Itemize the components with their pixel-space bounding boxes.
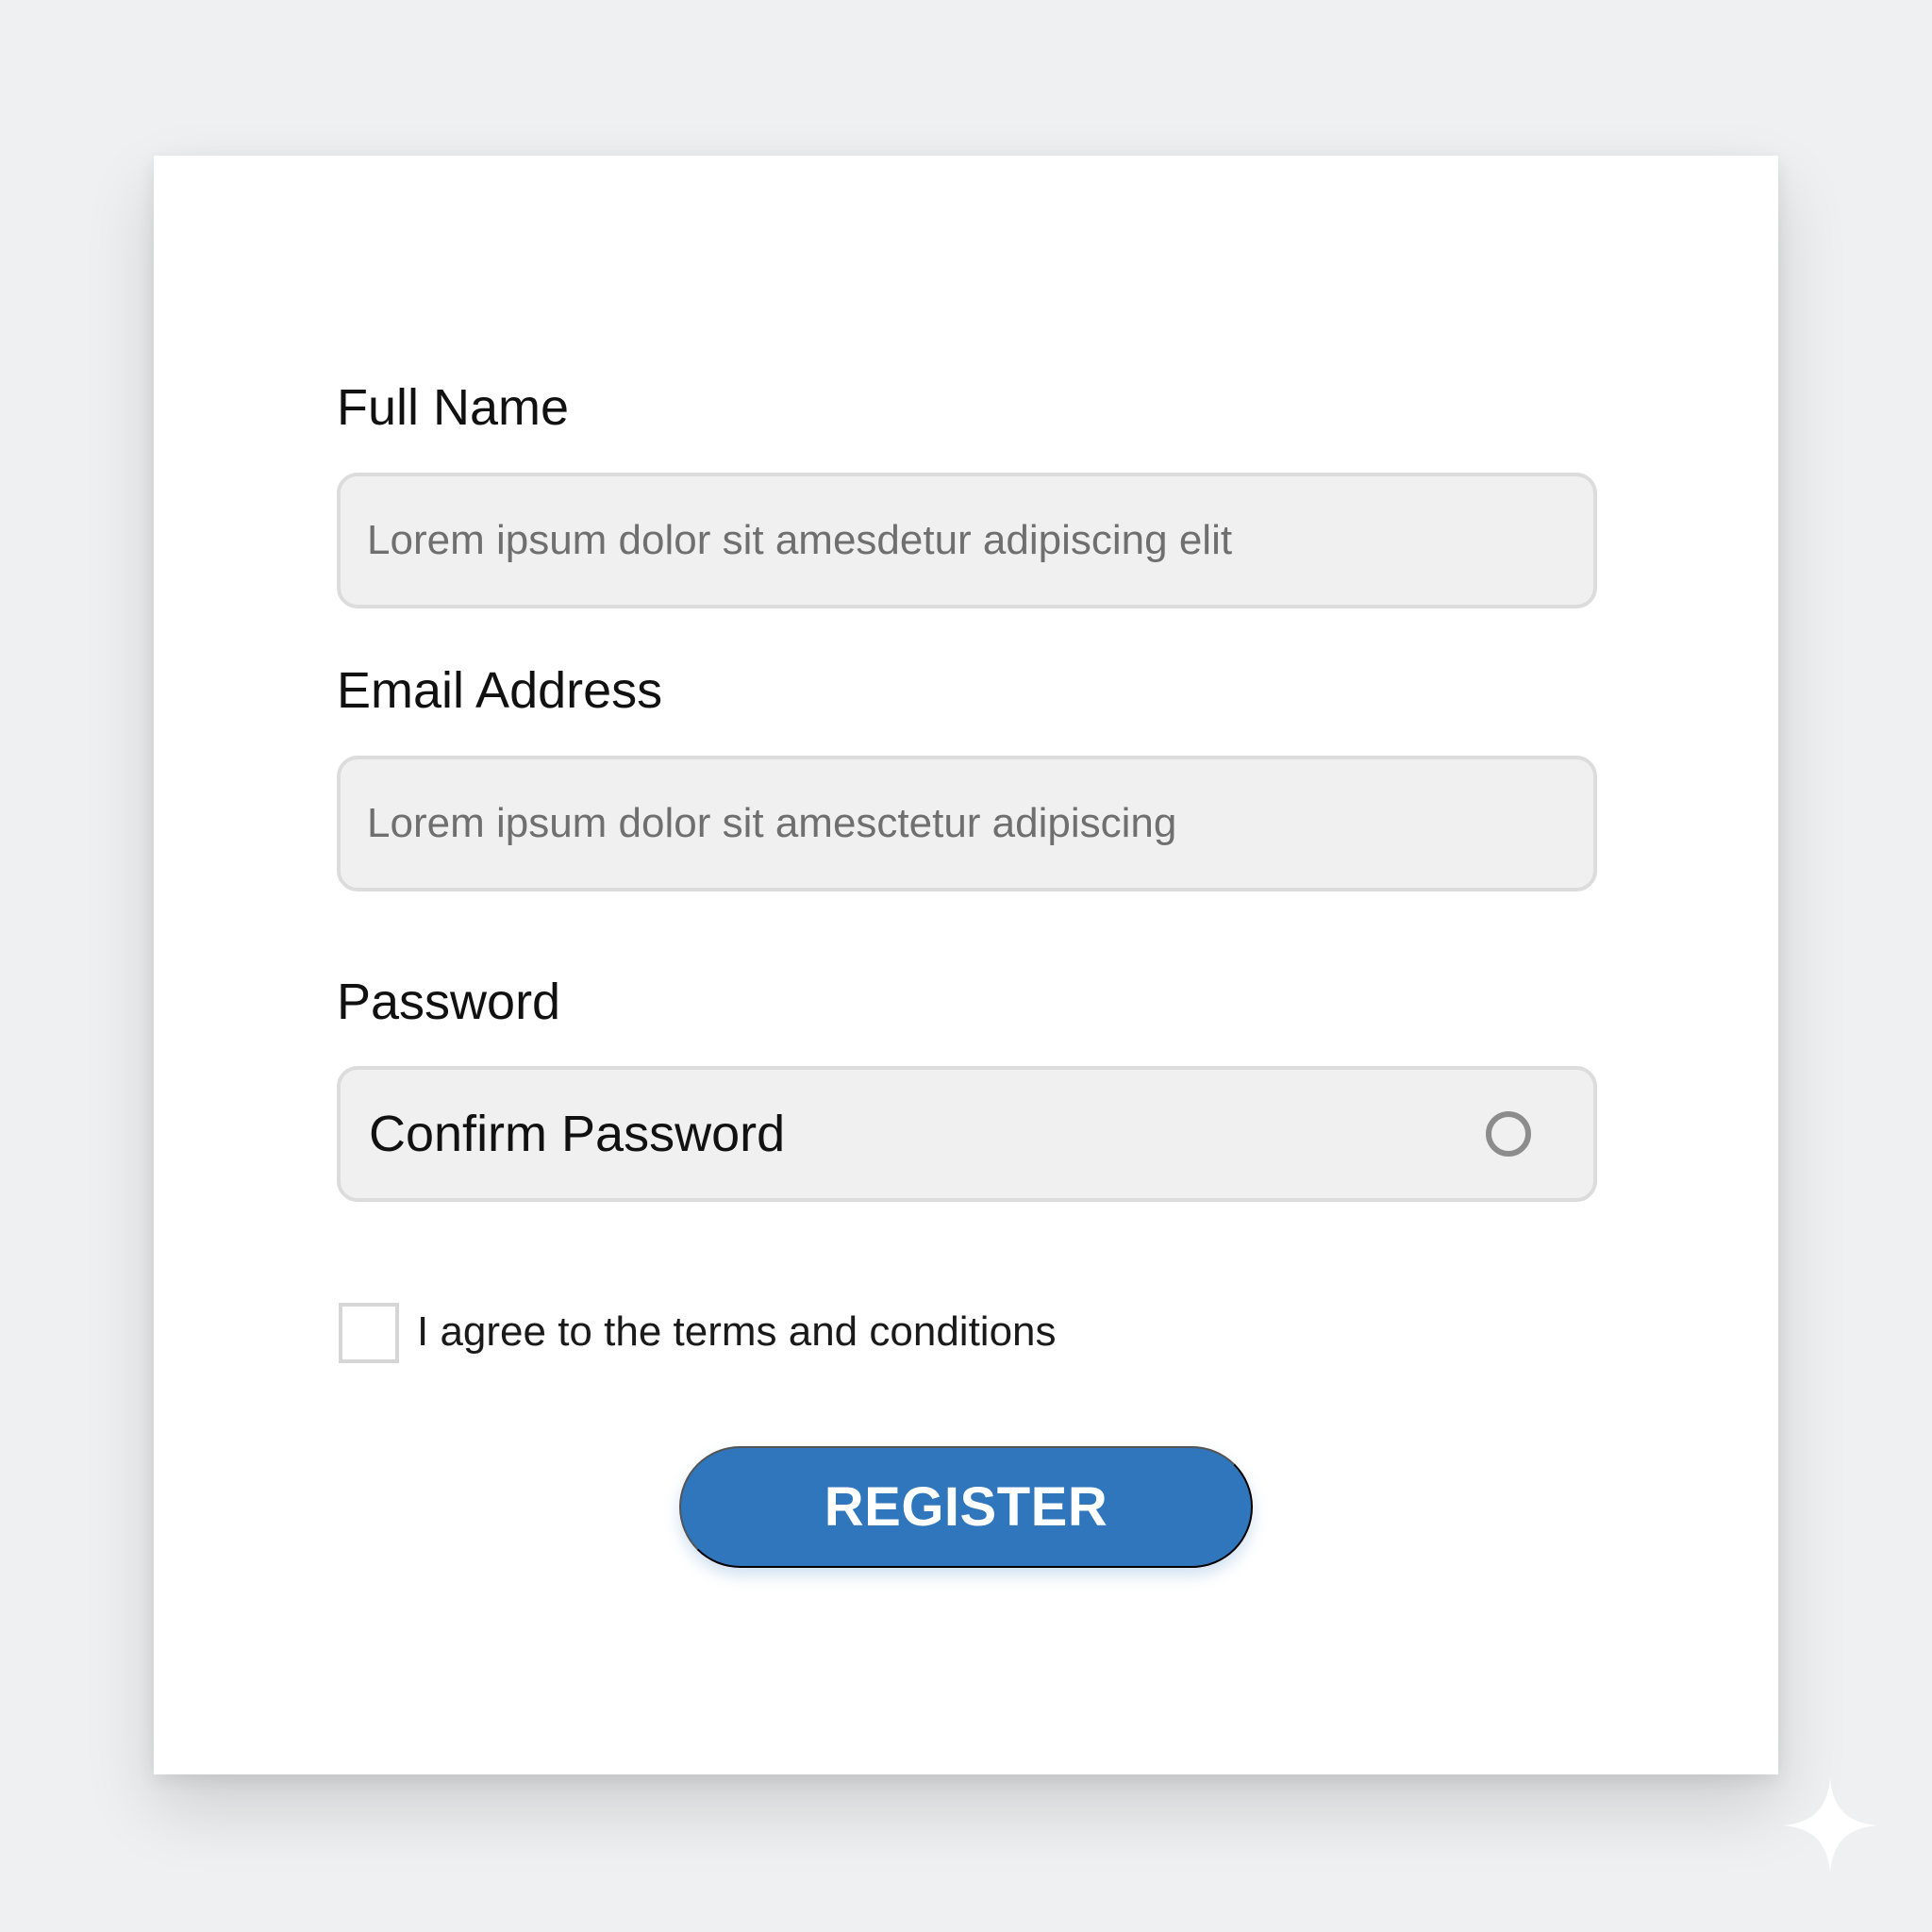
circle-outline-icon[interactable]: [1486, 1111, 1531, 1157]
full-name-label: Full Name: [337, 379, 570, 436]
full-name-value: Lorem ipsum dolor sit amesdetur adipisci…: [367, 517, 1233, 563]
registration-card: Full Name Lorem ipsum dolor sit amesdetu…: [154, 156, 1778, 1774]
password-label: Password: [337, 974, 561, 1030]
register-button[interactable]: REGISTER: [679, 1446, 1253, 1568]
password-value: Confirm Password: [369, 1106, 786, 1162]
email-address-label: Email Address: [337, 662, 663, 719]
terms-checkbox[interactable]: [339, 1303, 399, 1363]
terms-label: I agree to the terms and conditions: [417, 1308, 1057, 1355]
sparkle-icon: [1783, 1778, 1877, 1873]
email-address-value: Lorem ipsum dolor sit amesctetur adipisc…: [367, 800, 1177, 846]
email-address-input[interactable]: Lorem ipsum dolor sit amesctetur adipisc…: [337, 756, 1597, 891]
password-input[interactable]: Confirm Password: [337, 1066, 1597, 1202]
full-name-input[interactable]: Lorem ipsum dolor sit amesdetur adipisci…: [337, 473, 1597, 608]
